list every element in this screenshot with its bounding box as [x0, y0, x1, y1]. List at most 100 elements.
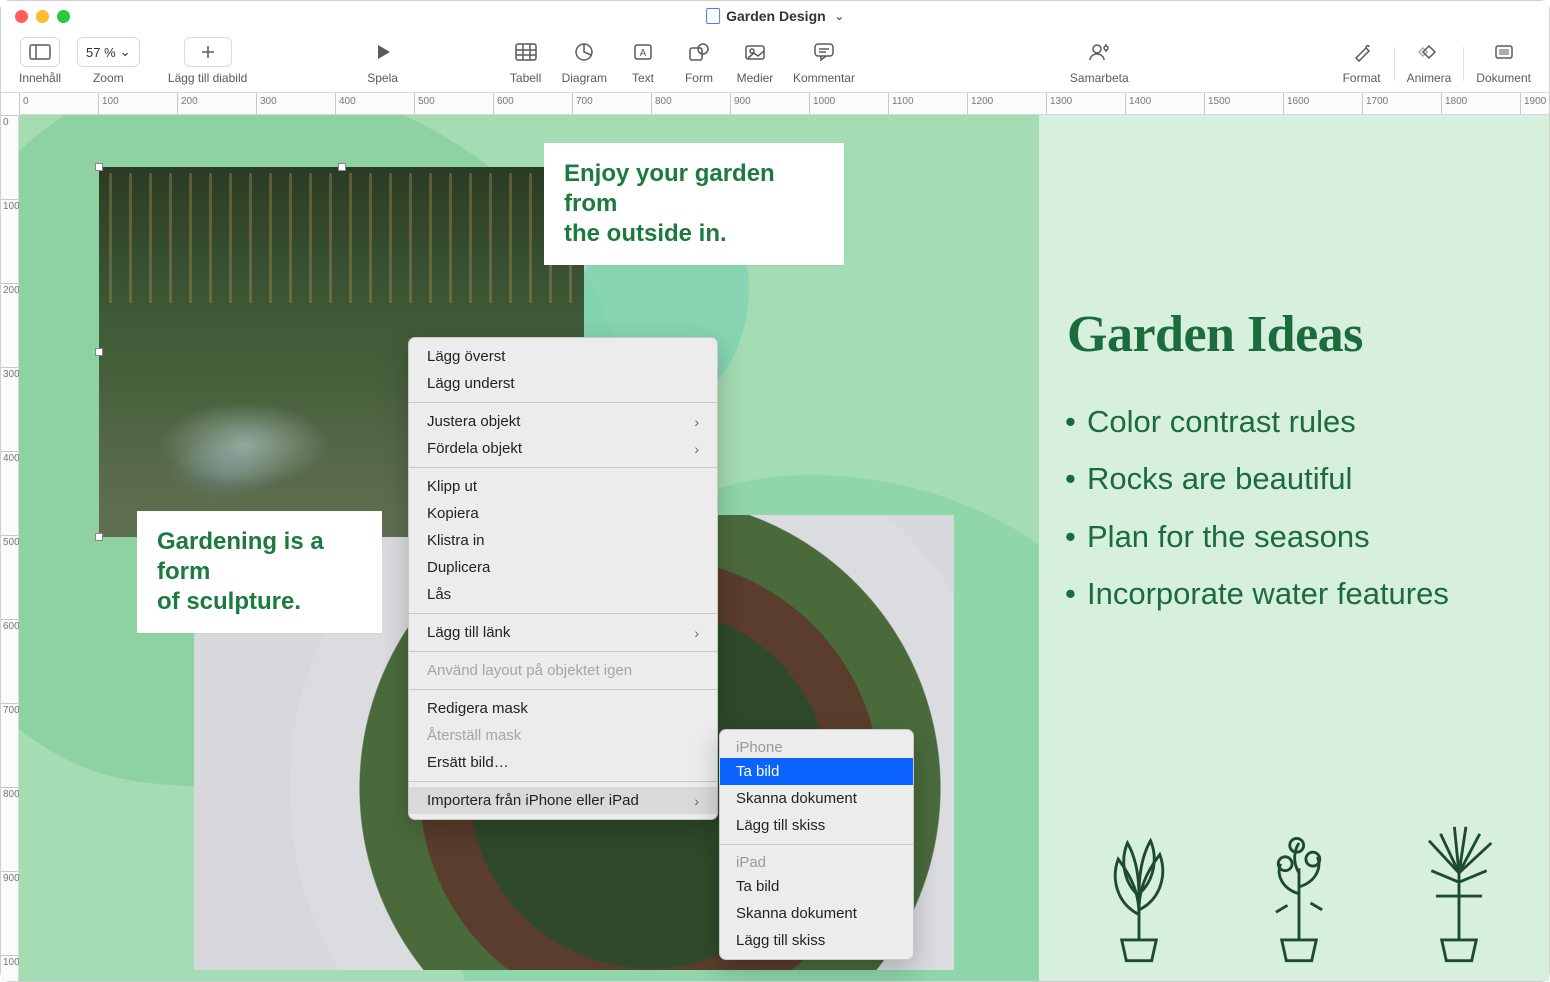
- table-label: Tabell: [510, 71, 541, 85]
- list-item: Color contrast rules: [1061, 393, 1529, 450]
- ruler-tick: 1400: [1125, 93, 1151, 114]
- ruler-tick: 700: [572, 93, 593, 114]
- text-button[interactable]: A Text: [615, 35, 671, 85]
- caption-box-left[interactable]: Gardening is a form of sculpture.: [137, 511, 382, 633]
- caption-text: Gardening is a form: [157, 528, 324, 585]
- contents-button[interactable]: Innehåll: [11, 35, 69, 85]
- chart-button[interactable]: Diagram: [554, 35, 615, 85]
- ruler-tick: 800: [651, 93, 672, 114]
- chevron-right-icon: ›: [694, 414, 699, 430]
- menu-item[interactable]: Klistra in: [409, 527, 717, 554]
- slide-side-panel: Garden Ideas Color contrast rules Rocks …: [1039, 115, 1549, 981]
- ruler-tick: 0: [1, 115, 18, 128]
- menu-item[interactable]: Lägg överst: [409, 343, 717, 370]
- ruler-tick: 1200: [967, 93, 993, 114]
- close-window-button[interactable]: [15, 10, 28, 23]
- menu-separator: [409, 781, 717, 782]
- add-slide-button[interactable]: Lägg till diabild: [148, 35, 268, 85]
- ruler-tick: 200: [177, 93, 198, 114]
- menu-item[interactable]: Justera objekt ›: [409, 408, 717, 435]
- menu-item[interactable]: Importera från iPhone eller iPad›: [409, 787, 717, 814]
- toolbar: Innehåll 57 % ⌄ Zoom Lägg till diabild S…: [1, 31, 1549, 93]
- menu-separator: [720, 844, 913, 845]
- format-label: Format: [1343, 71, 1381, 85]
- context-submenu-import[interactable]: iPhoneTa bildSkanna dokumentLägg till sk…: [719, 729, 914, 960]
- chevron-down-icon: ⌄: [120, 44, 131, 60]
- ruler-tick: 100: [1, 199, 18, 212]
- ruler-tick: 400: [1, 451, 18, 464]
- menu-item[interactable]: Duplicera: [409, 554, 717, 581]
- document-button[interactable]: Dokument: [1468, 35, 1539, 85]
- menu-item[interactable]: Lägg till länk›: [409, 619, 717, 646]
- play-button[interactable]: Spela: [268, 35, 498, 85]
- minimize-window-button[interactable]: [36, 10, 49, 23]
- ruler-tick: 500: [414, 93, 435, 114]
- ruler-vertical[interactable]: 01002003004005006007008009001000: [1, 115, 19, 981]
- menu-item[interactable]: Fördela objekt›: [409, 435, 717, 462]
- ruler-tick: 300: [256, 93, 277, 114]
- menu-item-label: Lägg till länk: [427, 624, 510, 641]
- submenu-item[interactable]: Ta bild: [720, 758, 913, 785]
- ruler-horizontal[interactable]: 0100200300400500600700800900100011001200…: [19, 93, 1549, 115]
- menu-item-label: Duplicera: [427, 559, 490, 576]
- animate-button[interactable]: Animera: [1399, 35, 1460, 85]
- ruler-tick: 1800: [1441, 93, 1467, 114]
- comment-label: Kommentar: [793, 71, 855, 85]
- context-menu[interactable]: Lägg överst Lägg underst Justera objekt › Fö…: [408, 337, 718, 820]
- menu-separator: [409, 467, 717, 468]
- plant-icon: [1239, 813, 1359, 963]
- plant-icon: [1399, 813, 1519, 963]
- submenu-item[interactable]: Skanna dokument: [720, 900, 913, 927]
- add-slide-label: Lägg till diabild: [168, 71, 247, 85]
- table-button[interactable]: Tabell: [498, 35, 554, 85]
- menu-item-label: Redigera mask: [427, 700, 528, 717]
- menu-item-label: Återställ mask: [427, 727, 521, 744]
- ruler-tick: 1100: [888, 93, 914, 114]
- menu-item[interactable]: Kopiera: [409, 500, 717, 527]
- decorative-plants: [1079, 813, 1519, 963]
- submenu-heading: iPhone: [720, 735, 913, 758]
- media-button[interactable]: Medier: [727, 35, 783, 85]
- menu-separator: [409, 402, 717, 403]
- ruler-tick: 100: [98, 93, 119, 114]
- zoom-dropdown[interactable]: 57 % ⌄ Zoom: [69, 35, 148, 85]
- submenu-item[interactable]: Skanna dokument: [720, 785, 913, 812]
- menu-separator: [409, 651, 717, 652]
- ruler-tick: 300: [1, 367, 18, 380]
- plant-icon: [1079, 813, 1199, 963]
- menu-item[interactable]: Redigera mask: [409, 695, 717, 722]
- format-button[interactable]: Format: [1334, 35, 1390, 85]
- caption-text: the outside in.: [564, 220, 727, 247]
- ruler-tick: 0: [19, 93, 29, 114]
- caption-box-top[interactable]: Enjoy your garden from the outside in.: [544, 143, 844, 265]
- collaborate-button[interactable]: Samarbeta: [1024, 35, 1174, 85]
- submenu-item[interactable]: Lägg till skiss: [720, 927, 913, 954]
- menu-separator: [409, 689, 717, 690]
- menu-item[interactable]: Lägg underst: [409, 370, 717, 397]
- slide-title[interactable]: Garden Ideas: [1067, 305, 1529, 364]
- ruler-tick: 400: [335, 93, 356, 114]
- slide-bullet-list[interactable]: Color contrast rules Rocks are beautiful…: [1061, 393, 1529, 622]
- submenu-item[interactable]: Ta bild: [720, 873, 913, 900]
- ruler-tick: 1500: [1204, 93, 1230, 114]
- menu-item: Använd layout på objektet igen: [409, 657, 717, 684]
- caption-text: of sculpture.: [157, 588, 301, 615]
- document-title[interactable]: Garden Design ⌄: [706, 8, 844, 24]
- ruler-tick: 500: [1, 535, 18, 548]
- shape-button[interactable]: Form: [671, 35, 727, 85]
- chart-label: Diagram: [562, 71, 607, 85]
- menu-item[interactable]: Klipp ut: [409, 473, 717, 500]
- comment-button[interactable]: Kommentar: [783, 35, 865, 85]
- toolbar-divider: [1394, 47, 1395, 81]
- submenu-item[interactable]: Lägg till skiss: [720, 812, 913, 839]
- menu-item[interactable]: Lås: [409, 581, 717, 608]
- window-titlebar: Garden Design ⌄: [1, 1, 1549, 31]
- toolbar-divider: [1463, 47, 1464, 81]
- menu-item[interactable]: Ersätt bild…: [409, 749, 717, 776]
- ruler-tick: 1600: [1283, 93, 1309, 114]
- menu-item-label: Lägg underst: [427, 375, 515, 392]
- chevron-down-icon: ⌄: [835, 10, 844, 23]
- zoom-window-button[interactable]: [57, 10, 70, 23]
- menu-item-label: Justera objekt: [427, 413, 520, 430]
- contents-label: Innehåll: [19, 71, 61, 85]
